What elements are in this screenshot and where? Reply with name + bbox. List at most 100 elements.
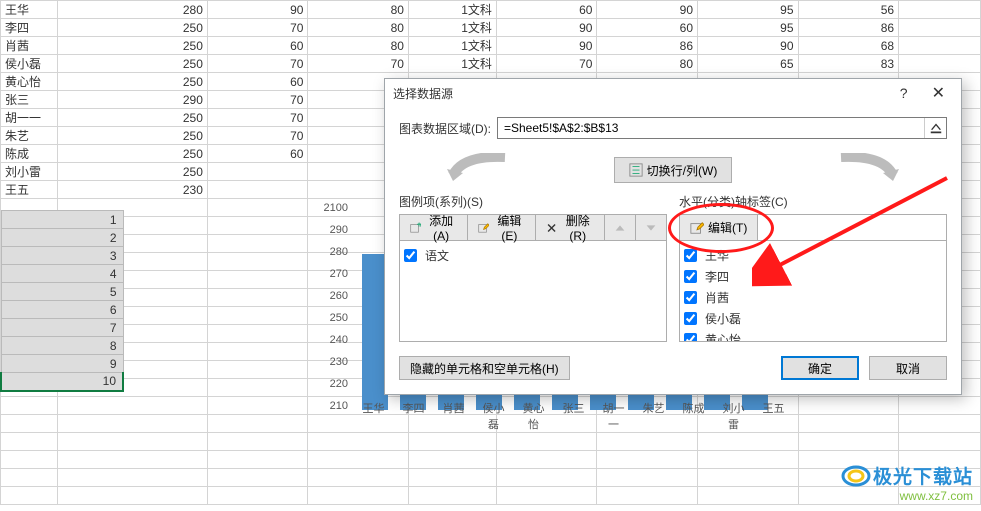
cell[interactable]: 250: [58, 163, 208, 181]
category-checkbox[interactable]: [684, 312, 697, 325]
cell[interactable]: 1文科: [408, 37, 496, 55]
cell[interactable]: 70: [207, 19, 308, 37]
cell[interactable]: 250: [58, 127, 208, 145]
hidden-cells-button[interactable]: 隐藏的单元格和空单元格(H): [399, 356, 570, 380]
cell[interactable]: 290: [58, 91, 208, 109]
cell[interactable]: 70: [207, 109, 308, 127]
category-item[interactable]: 肖茜: [684, 287, 942, 308]
cell[interactable]: 80: [308, 1, 409, 19]
cell[interactable]: 86: [597, 37, 698, 55]
cell[interactable]: 70: [308, 55, 409, 73]
series-item[interactable]: 语文: [404, 245, 662, 266]
cell[interactable]: 65: [698, 55, 799, 73]
sel-cell[interactable]: 5: [1, 283, 123, 301]
cell[interactable]: [899, 37, 981, 55]
sel-cell[interactable]: 8: [1, 337, 123, 355]
cell[interactable]: 80: [308, 19, 409, 37]
cell[interactable]: 250: [58, 19, 208, 37]
category-list[interactable]: 王华李四肖茜侯小磊黄心怡: [679, 240, 947, 342]
cell[interactable]: 90: [698, 37, 799, 55]
cell[interactable]: 280: [58, 1, 208, 19]
move-up-button[interactable]: [605, 215, 636, 240]
cell-name[interactable]: 侯小磊: [1, 55, 58, 73]
cell[interactable]: 230: [58, 181, 208, 199]
ok-button[interactable]: 确定: [781, 356, 859, 380]
cell[interactable]: 1文科: [408, 55, 496, 73]
cell[interactable]: 95: [698, 1, 799, 19]
cell[interactable]: 60: [597, 19, 698, 37]
cell[interactable]: 1文科: [408, 1, 496, 19]
cell[interactable]: 80: [597, 55, 698, 73]
cell[interactable]: 90: [496, 19, 597, 37]
cell-name[interactable]: 王五: [1, 181, 58, 199]
category-checkbox[interactable]: [684, 270, 697, 283]
sel-cell[interactable]: 4: [1, 265, 123, 283]
category-item[interactable]: 黄心怡: [684, 329, 942, 342]
category-item[interactable]: 侯小磊: [684, 308, 942, 329]
cell[interactable]: 250: [58, 109, 208, 127]
category-checkbox[interactable]: [684, 291, 697, 304]
cell[interactable]: 86: [798, 19, 899, 37]
cell[interactable]: 56: [798, 1, 899, 19]
cell-name[interactable]: 张三: [1, 91, 58, 109]
sel-cell[interactable]: 7: [1, 319, 123, 337]
cell[interactable]: 70: [207, 55, 308, 73]
cell[interactable]: 250: [58, 55, 208, 73]
cell-name[interactable]: 朱艺: [1, 127, 58, 145]
cell[interactable]: 250: [58, 145, 208, 163]
edit-category-button[interactable]: 编辑(T): [680, 215, 758, 240]
move-down-button[interactable]: [636, 215, 666, 240]
series-checkbox[interactable]: [404, 249, 417, 262]
cancel-button[interactable]: 取消: [869, 356, 947, 380]
series-list[interactable]: 语文: [399, 240, 667, 342]
sel-cell[interactable]: 9: [1, 355, 123, 373]
switch-row-col-button[interactable]: 切换行/列(W): [614, 157, 733, 183]
cell[interactable]: 70: [207, 127, 308, 145]
sel-cell[interactable]: 6: [1, 301, 123, 319]
cell-name[interactable]: 王华: [1, 1, 58, 19]
cell[interactable]: 90: [597, 1, 698, 19]
range-picker-button[interactable]: [924, 118, 946, 138]
sel-cell[interactable]: 10: [1, 373, 123, 391]
delete-series-button[interactable]: 删除(R): [536, 215, 605, 240]
category-checkbox[interactable]: [684, 249, 697, 262]
sel-cell[interactable]: 2: [1, 229, 123, 247]
cell[interactable]: 90: [207, 1, 308, 19]
cell-name[interactable]: 胡一一: [1, 109, 58, 127]
sel-cell[interactable]: 3: [1, 247, 123, 265]
chart-data-range-field[interactable]: [497, 117, 947, 139]
cell[interactable]: 70: [207, 91, 308, 109]
cell[interactable]: 70: [496, 55, 597, 73]
category-checkbox[interactable]: [684, 333, 697, 342]
cell[interactable]: 95: [698, 19, 799, 37]
cell[interactable]: [899, 55, 981, 73]
cell-name[interactable]: 肖茜: [1, 37, 58, 55]
cell-name[interactable]: 李四: [1, 19, 58, 37]
cell[interactable]: 68: [798, 37, 899, 55]
help-button[interactable]: ?: [892, 85, 916, 101]
cell-name[interactable]: 刘小雷: [1, 163, 58, 181]
cell[interactable]: 60: [496, 1, 597, 19]
cell[interactable]: [207, 181, 308, 199]
add-series-button[interactable]: 添加(A): [400, 215, 468, 240]
category-item[interactable]: 李四: [684, 266, 942, 287]
cell[interactable]: 83: [798, 55, 899, 73]
cell[interactable]: 60: [207, 73, 308, 91]
cell[interactable]: 250: [58, 37, 208, 55]
cell[interactable]: 250: [58, 73, 208, 91]
cell[interactable]: 1文科: [408, 19, 496, 37]
cell[interactable]: 80: [308, 37, 409, 55]
cell[interactable]: [899, 19, 981, 37]
cell-name[interactable]: 黄心怡: [1, 73, 58, 91]
cell[interactable]: [207, 163, 308, 181]
cell[interactable]: [899, 1, 981, 19]
close-button[interactable]: ✕: [924, 83, 953, 103]
cell[interactable]: 60: [207, 145, 308, 163]
chart-data-range-input[interactable]: [498, 118, 924, 138]
cell-name[interactable]: 陈成: [1, 145, 58, 163]
category-item[interactable]: 王华: [684, 245, 942, 266]
sel-cell[interactable]: 1: [1, 211, 123, 229]
edit-series-button[interactable]: 编辑(E): [468, 215, 536, 240]
cell[interactable]: 90: [496, 37, 597, 55]
cell[interactable]: 60: [207, 37, 308, 55]
